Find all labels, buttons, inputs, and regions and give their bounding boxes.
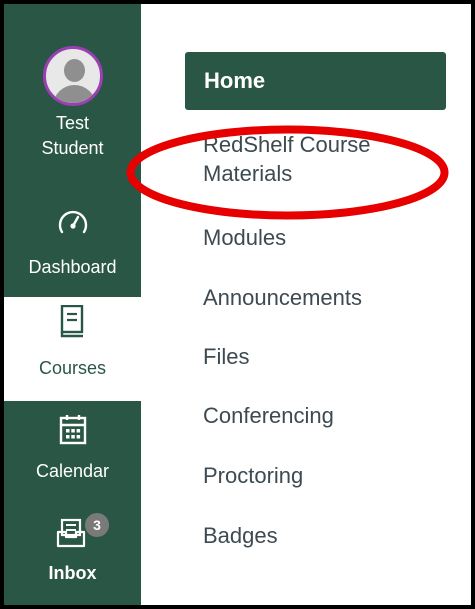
course-nav-files[interactable]: Files bbox=[203, 342, 249, 371]
global-navigation: Test Student Dashboard Courses Calendar … bbox=[4, 4, 141, 605]
book-icon bbox=[60, 305, 83, 338]
inbox-unread-badge: 3 bbox=[84, 512, 110, 538]
redshelf-label-line1: RedShelf Course bbox=[203, 132, 371, 157]
course-nav-redshelf[interactable]: RedShelf Course Materials bbox=[203, 130, 371, 188]
course-nav-proctoring[interactable]: Proctoring bbox=[203, 461, 303, 490]
inbox-label: Inbox bbox=[48, 563, 97, 583]
inbox-nav-item[interactable]: 3 Inbox bbox=[4, 512, 141, 584]
course-nav-conferencing[interactable]: Conferencing bbox=[203, 401, 334, 430]
courses-nav-item[interactable]: Courses bbox=[4, 297, 141, 401]
avatar bbox=[42, 46, 103, 106]
course-navigation: Home RedShelf Course Materials Modules A… bbox=[141, 4, 471, 605]
course-nav-home[interactable]: Home bbox=[185, 52, 446, 110]
dashboard-nav-item[interactable]: Dashboard bbox=[4, 206, 141, 278]
account-nav-item[interactable]: Test Student bbox=[4, 46, 141, 159]
dashboard-label: Dashboard bbox=[28, 257, 117, 277]
calendar-nav-item[interactable]: Calendar bbox=[4, 414, 141, 482]
course-nav-modules[interactable]: Modules bbox=[203, 223, 286, 252]
screenshot-frame: Test Student Dashboard Courses Calendar … bbox=[0, 0, 475, 609]
course-nav-announcements[interactable]: Announcements bbox=[203, 283, 362, 312]
calendar-label: Calendar bbox=[35, 461, 110, 481]
courses-label: Courses bbox=[38, 358, 107, 378]
course-nav-badges[interactable]: Badges bbox=[203, 521, 278, 550]
dashboard-gauge-icon bbox=[58, 210, 87, 234]
account-label-first: Test bbox=[55, 113, 89, 133]
redshelf-label-line2: Materials bbox=[203, 161, 293, 186]
calendar-icon bbox=[59, 415, 86, 445]
account-label-last: Student bbox=[41, 138, 104, 158]
